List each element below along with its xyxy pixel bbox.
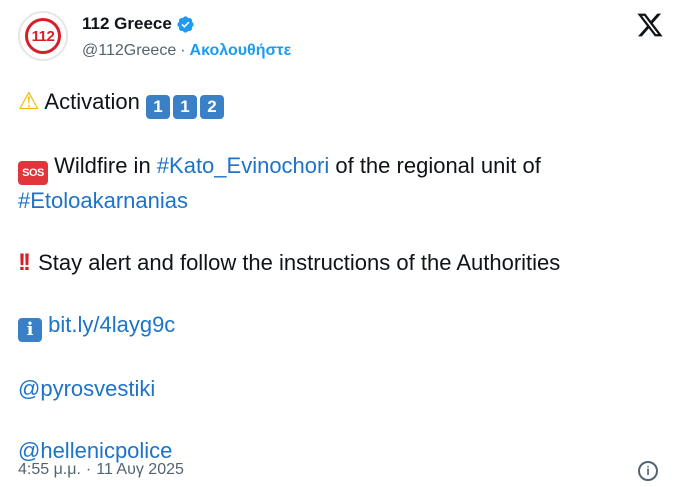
tweet-time: 4:55 μ.μ. (18, 461, 81, 478)
line-wildfire: SOS Wildfire in #Kato_Evinochori of the … (18, 150, 668, 185)
stay-alert-text: Stay alert and follow the instructions o… (31, 250, 561, 275)
double-exclamation-icon: !! (18, 249, 31, 276)
activation-text: Activation (44, 89, 140, 114)
tweet-header: 112 112 Greece @112Greece · Ακολουθήστε (18, 11, 664, 61)
wildfire-text-post: of the regional unit of (329, 153, 541, 178)
line-link: i bit.ly/4layg9c (18, 309, 668, 342)
information-icon: i (18, 318, 42, 342)
keycap-2-icon: 2 (199, 95, 224, 119)
info-icon[interactable]: i (638, 461, 658, 481)
line-mention-pyrosvestiki: @pyrosvestiki (18, 373, 668, 404)
handle-separator: · (180, 42, 186, 59)
line-etoloakarnanias: #Etoloakarnanias (18, 185, 668, 216)
timestamp-separator: · (85, 461, 92, 478)
keycap-1-icon: 1 (145, 95, 170, 119)
sos-icon: SOS (18, 161, 48, 185)
warning-icon: ⚠ (18, 88, 40, 115)
tweet-timestamp[interactable]: 4:55 μ.μ. · 11 Αυγ 2025 (18, 461, 184, 479)
short-link[interactable]: bit.ly/4layg9c (48, 312, 175, 337)
tweet-date: 11 Αυγ 2025 (96, 461, 184, 478)
keycap-1-icon: 1 (172, 95, 197, 119)
handle[interactable]: @112Greece (82, 42, 176, 60)
avatar-logo-text: 112 (31, 27, 55, 45)
x-logo-icon[interactable] (636, 11, 664, 39)
avatar[interactable]: 112 (18, 11, 68, 61)
line-activation: ⚠ Activation 112 (18, 86, 668, 119)
wildfire-text-pre: Wildfire in (48, 153, 157, 178)
verified-badge-icon (177, 15, 194, 33)
hashtag-etoloakarnanias[interactable]: #Etoloakarnanias (18, 188, 188, 213)
mention-pyrosvestiki[interactable]: @pyrosvestiki (18, 376, 155, 401)
display-name[interactable]: 112 Greece (82, 14, 172, 34)
tweet-text: ⚠ Activation 112 SOS Wildfire in #Kato_E… (18, 86, 668, 466)
name-row: 112 Greece (82, 14, 195, 34)
line-stay-alert: !! Stay alert and follow the instruction… (18, 247, 668, 278)
mention-hellenicpolice[interactable]: @hellenicpolice (18, 438, 172, 463)
hashtag-kato-evinochori[interactable]: #Kato_Evinochori (157, 153, 329, 178)
avatar-logo: 112 (25, 18, 61, 54)
follow-button[interactable]: Ακολουθήστε (190, 42, 292, 60)
handle-row: @112Greece · Ακολουθήστε (82, 42, 291, 60)
